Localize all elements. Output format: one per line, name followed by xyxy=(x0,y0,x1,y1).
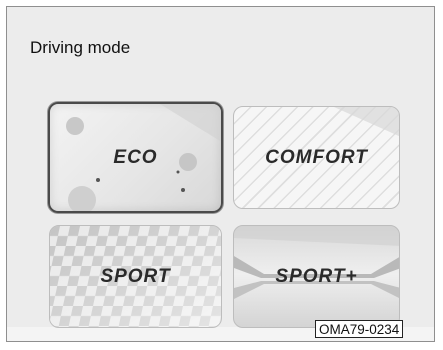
mode-tile-eco[interactable]: ECO xyxy=(48,102,223,213)
mode-label-sport-plus: SPORT+ xyxy=(275,265,358,287)
mode-tile-comfort[interactable]: COMFORT xyxy=(233,106,400,209)
screen-title: Driving mode xyxy=(30,38,131,57)
mode-label-sport: SPORT xyxy=(100,265,171,287)
mode-tile-sport-plus[interactable]: SPORT+ xyxy=(233,225,400,328)
mode-label-comfort: COMFORT xyxy=(265,146,368,168)
mode-tile-sport[interactable]: SPORT xyxy=(49,225,222,328)
figure-reference-label: OMA79-0234 xyxy=(315,320,404,338)
mode-label-eco: ECO xyxy=(113,146,158,168)
